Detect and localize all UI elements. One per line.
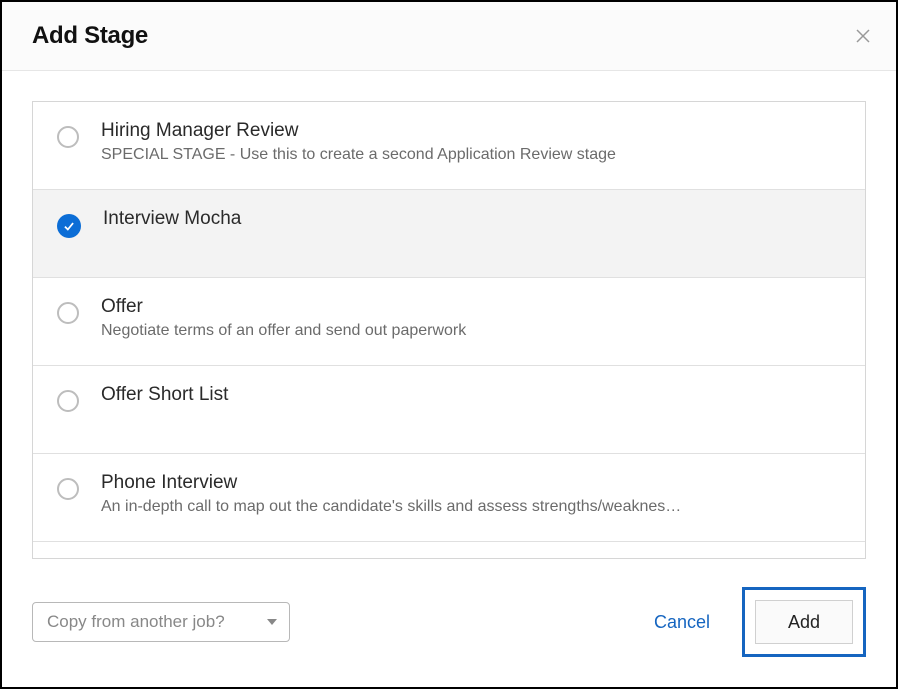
add-button-highlight: Add [742, 587, 866, 657]
stage-name: Hiring Manager Review [101, 120, 845, 142]
add-stage-modal: Add Stage Hiring Manager Review SPECIAL S… [0, 0, 898, 689]
modal-footer: Copy from another job? Cancel Add [2, 559, 896, 687]
radio-icon[interactable] [57, 126, 79, 148]
copy-from-job-select[interactable]: Copy from another job? [32, 602, 290, 642]
chevron-down-icon [267, 619, 277, 625]
cancel-button[interactable]: Cancel [654, 612, 710, 633]
stage-description: An in-depth call to map out the candidat… [101, 498, 845, 516]
stage-item[interactable]: Hiring Manager Review SPECIAL STAGE - Use… [33, 102, 865, 190]
stage-text: Phone Interview An in-depth call to map o… [101, 472, 845, 516]
modal-header: Add Stage [2, 2, 896, 71]
copy-select-placeholder: Copy from another job? [47, 612, 225, 632]
stage-text: Hiring Manager Review SPECIAL STAGE - Use… [101, 120, 845, 164]
stage-name: Phone Interview [101, 472, 845, 494]
stage-item[interactable]: Offer Negotiate terms of an offer and sen… [33, 278, 865, 366]
stage-text: Offer Negotiate terms of an offer and sen… [101, 296, 845, 340]
stage-list[interactable]: Hiring Manager Review SPECIAL STAGE - Use… [33, 102, 865, 558]
stage-name: Offer Short List [101, 384, 845, 406]
stage-name: Offer [101, 296, 845, 318]
radio-icon[interactable] [57, 478, 79, 500]
radio-checked-icon[interactable] [57, 214, 81, 238]
stage-item[interactable]: Interview Mocha [33, 190, 865, 278]
stage-text: Offer Short List [101, 384, 845, 410]
add-button[interactable]: Add [755, 600, 853, 644]
stage-description: SPECIAL STAGE - Use this to create a sec… [101, 146, 845, 164]
close-icon[interactable] [854, 27, 872, 45]
stage-text: Interview Mocha [103, 208, 845, 234]
stage-list-wrapper: Hiring Manager Review SPECIAL STAGE - Use… [32, 101, 866, 559]
radio-icon[interactable] [57, 390, 79, 412]
radio-icon[interactable] [57, 302, 79, 324]
stage-item[interactable]: Phone Interview An in-depth call to map o… [33, 454, 865, 542]
modal-body: Hiring Manager Review SPECIAL STAGE - Use… [2, 71, 896, 559]
stage-name: Interview Mocha [103, 208, 845, 230]
modal-title: Add Stage [32, 22, 148, 50]
stage-description: Negotiate terms of an offer and send out… [101, 322, 845, 340]
stage-item[interactable]: Offer Short List [33, 366, 865, 454]
